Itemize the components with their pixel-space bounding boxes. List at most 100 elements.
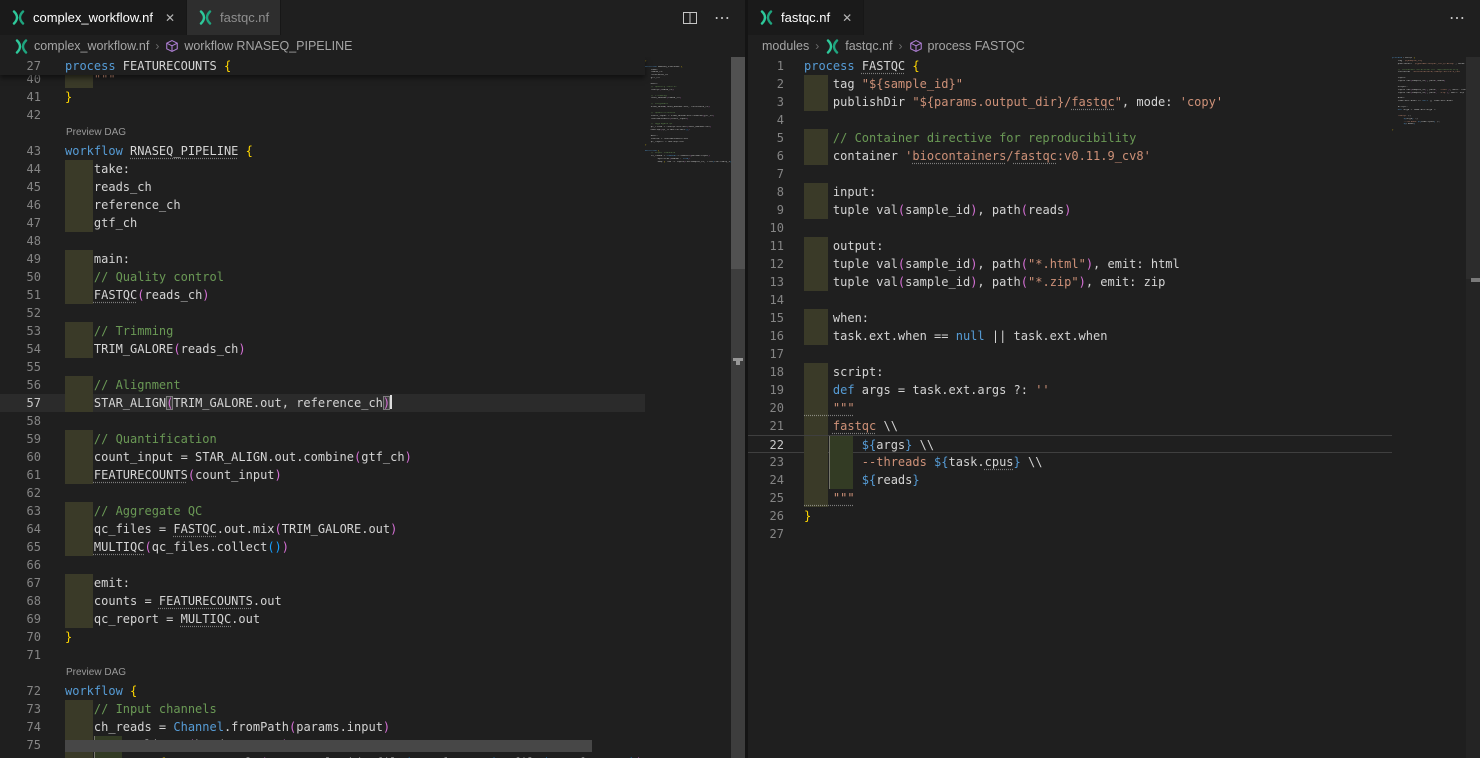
code-line[interactable]: 51 FASTQC(reads_ch) [0, 286, 645, 304]
code-line[interactable]: 45 reads_ch [0, 178, 645, 196]
vertical-scrollbar[interactable] [1466, 57, 1480, 758]
tab-fastqc-nf[interactable]: fastqc.nf [187, 0, 281, 35]
code-line[interactable]: 62 [0, 484, 645, 502]
code-line[interactable]: 24 ${reads} [748, 471, 1392, 489]
line-number[interactable]: 26 [748, 507, 784, 525]
line-number[interactable]: 1 [748, 57, 784, 75]
code-line[interactable]: 11 output: [748, 237, 1392, 255]
line-number[interactable]: 76 [0, 754, 41, 758]
line-number[interactable]: 43 [0, 142, 41, 160]
codelens-preview-dag[interactable]: Preview DAG [0, 124, 645, 142]
code-line[interactable]: 22 ${args} \\ [748, 435, 1392, 453]
code-line[interactable]: 13 tuple val(sample_id), path("*.zip"), … [748, 273, 1392, 291]
code-line[interactable]: 42 [0, 106, 645, 124]
line-number[interactable]: 16 [748, 327, 784, 345]
breadcrumb-item[interactable]: complex_workflow.nf [14, 39, 149, 54]
code-line[interactable]: 57 STAR_ALIGN(TRIM_GALORE.out, reference… [0, 394, 645, 412]
line-number[interactable]: 52 [0, 304, 41, 322]
code-line[interactable]: 66 [0, 556, 645, 574]
minimap[interactable]: process FASTQC { tag "${sample_id}" publ… [1392, 57, 1466, 758]
line-number[interactable]: 6 [748, 147, 784, 165]
code-editor[interactable]: 1process FASTQC {2 tag "${sample_id}"3 p… [748, 57, 1480, 758]
code-line[interactable]: 74 ch_reads = Channel.fromPath(params.in… [0, 718, 645, 736]
vertical-scrollbar[interactable] [731, 57, 745, 758]
code-line[interactable]: 18 script: [748, 363, 1392, 381]
breadcrumb-item[interactable]: workflow RNASEQ_PIPELINE [165, 39, 352, 53]
line-number[interactable]: 50 [0, 268, 41, 286]
line-number[interactable]: 25 [748, 489, 784, 507]
code-line[interactable]: 73 // Input channels [0, 700, 645, 718]
code-line[interactable]: 56 // Alignment [0, 376, 645, 394]
line-number[interactable]: 74 [0, 718, 41, 736]
line-number[interactable]: 19 [748, 381, 784, 399]
line-number[interactable]: 48 [0, 232, 41, 250]
code-line[interactable]: 58 [0, 412, 645, 430]
close-icon[interactable]: ✕ [842, 11, 852, 25]
code-line[interactable]: 68 counts = FEATURECOUNTS.out [0, 592, 645, 610]
line-number[interactable]: 47 [0, 214, 41, 232]
code-line[interactable]: 1process FASTQC { [748, 57, 1392, 75]
code-line[interactable]: 4 [748, 111, 1392, 129]
line-number[interactable]: 18 [748, 363, 784, 381]
code-line[interactable]: 46 reference_ch [0, 196, 645, 214]
line-number[interactable]: 45 [0, 178, 41, 196]
code-line[interactable]: 61 FEATURECOUNTS(count_input) [0, 466, 645, 484]
line-number[interactable]: 21 [748, 417, 784, 435]
line-number[interactable]: 58 [0, 412, 41, 430]
line-number[interactable]: 2 [748, 75, 784, 93]
line-number[interactable]: 13 [748, 273, 784, 291]
line-number[interactable]: 3 [748, 93, 784, 111]
line-number[interactable]: 69 [0, 610, 41, 628]
code-line[interactable]: 41} [0, 88, 645, 106]
code-line[interactable]: 26} [748, 507, 1392, 525]
line-number[interactable]: 53 [0, 322, 41, 340]
line-number[interactable]: 63 [0, 502, 41, 520]
code-line[interactable]: 65 MULTIQC(qc_files.collect()) [0, 538, 645, 556]
line-number[interactable]: 22 [748, 436, 784, 452]
code-line[interactable]: 52 [0, 304, 645, 322]
line-number[interactable]: 57 [0, 394, 41, 412]
code-line[interactable]: 64 qc_files = FASTQC.out.mix(TRIM_GALORE… [0, 520, 645, 538]
code-line[interactable]: 67 emit: [0, 574, 645, 592]
codelens-preview-dag[interactable]: Preview DAG [0, 664, 645, 682]
code-area[interactable]: 1process FASTQC {2 tag "${sample_id}"3 p… [748, 57, 1392, 758]
line-number[interactable]: 70 [0, 628, 41, 646]
line-number[interactable]: 5 [748, 129, 784, 147]
line-number[interactable]: 60 [0, 448, 41, 466]
line-number[interactable]: 73 [0, 700, 41, 718]
code-line[interactable]: 43workflow RNASEQ_PIPELINE { [0, 142, 645, 160]
code-line[interactable]: 69 qc_report = MULTIQC.out [0, 610, 645, 628]
code-line[interactable]: 8 input: [748, 183, 1392, 201]
code-line[interactable]: 59 // Quantification [0, 430, 645, 448]
line-number[interactable]: 56 [0, 376, 41, 394]
line-number[interactable]: 27 [748, 525, 784, 543]
line-number[interactable]: 62 [0, 484, 41, 502]
code-line[interactable]: 23 --threads ${task.cpus} \\ [748, 453, 1392, 471]
code-line[interactable]: 5 // Container directive for reproducibi… [748, 129, 1392, 147]
code-line[interactable]: 2 tag "${sample_id}" [748, 75, 1392, 93]
line-number[interactable]: 55 [0, 358, 41, 376]
tab-fastqc-nf[interactable]: fastqc.nf✕ [748, 0, 864, 35]
breadcrumb-item[interactable]: modules [762, 39, 809, 53]
close-icon[interactable]: ✕ [165, 11, 175, 25]
code-line[interactable]: 20 """ [748, 399, 1392, 417]
line-number[interactable]: 4 [748, 111, 784, 129]
code-line[interactable]: 14 [748, 291, 1392, 309]
code-editor[interactable]: 40 """41}42Preview DAG43workflow RNASEQ_… [0, 57, 745, 758]
code-line[interactable]: 44 take: [0, 160, 645, 178]
code-line[interactable]: 60 count_input = STAR_ALIGN.out.combine(… [0, 448, 645, 466]
line-number[interactable]: 46 [0, 196, 41, 214]
line-number[interactable]: 71 [0, 646, 41, 664]
code-line[interactable]: 10 [748, 219, 1392, 237]
line-number[interactable]: 61 [0, 466, 41, 484]
code-line[interactable]: 21 fastqc \\ [748, 417, 1392, 435]
more-actions-icon[interactable]: ⋯ [1449, 8, 1466, 28]
line-number[interactable]: 9 [748, 201, 784, 219]
code-line[interactable]: 63 // Aggregate QC [0, 502, 645, 520]
code-line[interactable]: 16 task.ext.when == null || task.ext.whe… [748, 327, 1392, 345]
code-line[interactable]: 53 // Trimming [0, 322, 645, 340]
code-line[interactable]: 17 [748, 345, 1392, 363]
line-number[interactable]: 11 [748, 237, 784, 255]
tab-complex_workflow-nf[interactable]: complex_workflow.nf✕ [0, 0, 187, 35]
code-line[interactable]: 19 def args = task.ext.args ?: '' [748, 381, 1392, 399]
